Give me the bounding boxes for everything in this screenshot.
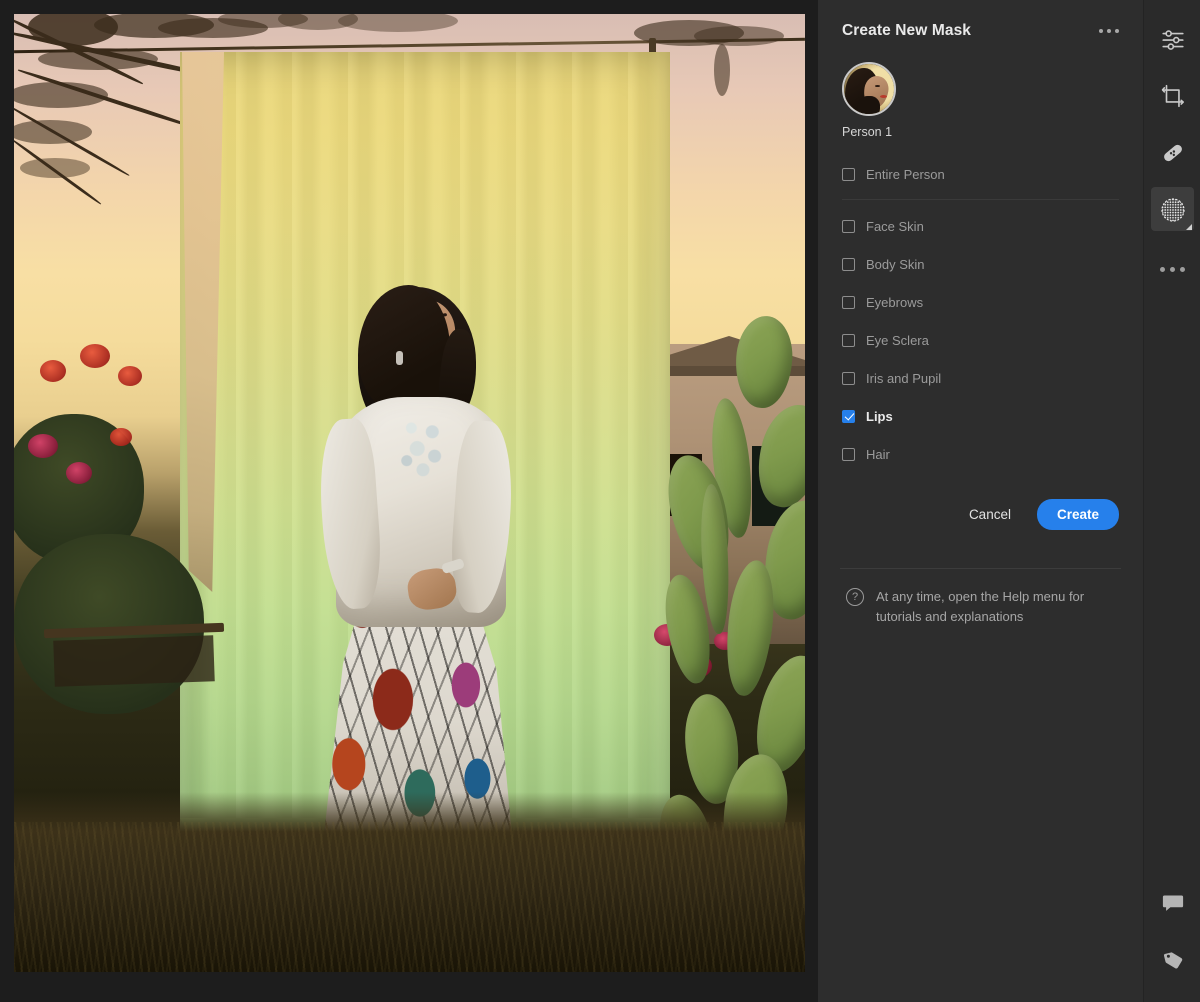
help-text: At any time, open the Help menu for tuto… bbox=[876, 587, 1119, 627]
option-face-skin[interactable]: Face Skin bbox=[842, 207, 1119, 245]
checkbox-entire-person[interactable] bbox=[842, 168, 855, 181]
option-label: Eyebrows bbox=[866, 295, 923, 310]
person-block: Person 1 bbox=[818, 40, 1143, 139]
hair-front bbox=[358, 285, 450, 413]
masking-icon[interactable] bbox=[1144, 181, 1200, 238]
option-label: Eye Sclera bbox=[866, 333, 929, 348]
checkbox-body-skin[interactable] bbox=[842, 258, 855, 271]
flower bbox=[28, 434, 58, 458]
option-eyebrows[interactable]: Eyebrows bbox=[842, 283, 1119, 321]
panel-title: Create New Mask bbox=[842, 22, 971, 40]
option-label: Entire Person bbox=[866, 167, 945, 182]
comment-icon[interactable] bbox=[1144, 874, 1200, 931]
flower bbox=[110, 428, 132, 446]
option-body-skin[interactable]: Body Skin bbox=[842, 245, 1119, 283]
panel-header: Create New Mask bbox=[818, 0, 1143, 40]
mask-options-list: Entire Person Face Skin Body Skin Eyebro… bbox=[818, 155, 1143, 473]
flower bbox=[118, 366, 142, 386]
person-label: Person 1 bbox=[842, 125, 1119, 139]
flower bbox=[40, 360, 66, 382]
option-hair[interactable]: Hair bbox=[842, 435, 1119, 473]
tool-options-indicator bbox=[1186, 224, 1192, 230]
checkbox-eyebrows[interactable] bbox=[842, 296, 855, 309]
panel-actions: Cancel Create bbox=[818, 473, 1143, 530]
fence-body bbox=[53, 635, 215, 687]
tag-icon[interactable] bbox=[1144, 931, 1200, 988]
option-label: Face Skin bbox=[866, 219, 924, 234]
tool-rail-bottom bbox=[1144, 874, 1200, 988]
cancel-button[interactable]: Cancel bbox=[965, 499, 1015, 530]
option-label: Iris and Pupil bbox=[866, 371, 941, 386]
option-iris-and-pupil[interactable]: Iris and Pupil bbox=[842, 359, 1119, 397]
checkbox-hair[interactable] bbox=[842, 448, 855, 461]
grass-texture bbox=[14, 822, 805, 972]
photo-image[interactable] bbox=[14, 14, 805, 972]
checkbox-face-skin[interactable] bbox=[842, 220, 855, 233]
option-lips[interactable]: Lips bbox=[842, 397, 1119, 435]
photo-canvas[interactable] bbox=[0, 0, 818, 1002]
option-label: Hair bbox=[866, 447, 890, 462]
option-entire-person[interactable]: Entire Person bbox=[842, 155, 1119, 193]
checkbox-iris-and-pupil[interactable] bbox=[842, 372, 855, 385]
crop-icon[interactable] bbox=[1144, 67, 1200, 124]
checkbox-lips[interactable] bbox=[842, 410, 855, 423]
option-label: Body Skin bbox=[866, 257, 925, 272]
option-eye-sclera[interactable]: Eye Sclera bbox=[842, 321, 1119, 359]
flower bbox=[80, 344, 110, 368]
tool-rail bbox=[1143, 0, 1200, 1002]
more-tools-icon[interactable] bbox=[1144, 238, 1200, 295]
earring bbox=[396, 351, 403, 365]
help-hint: ? At any time, open the Help menu for tu… bbox=[818, 569, 1143, 627]
create-button[interactable]: Create bbox=[1037, 499, 1119, 530]
necklace bbox=[394, 409, 452, 485]
panel-overflow-menu-icon[interactable] bbox=[1097, 23, 1121, 39]
checkbox-eye-sclera[interactable] bbox=[842, 334, 855, 347]
lightroom-window: Create New Mask Person 1 En bbox=[0, 0, 1200, 1002]
options-divider bbox=[842, 199, 1119, 200]
edit-sliders-icon[interactable] bbox=[1144, 10, 1200, 67]
question-mark-icon: ? bbox=[846, 588, 864, 606]
flower bbox=[66, 462, 92, 484]
create-new-mask-panel: Create New Mask Person 1 En bbox=[818, 0, 1143, 1002]
healing-brush-icon[interactable] bbox=[1144, 124, 1200, 181]
avatar[interactable] bbox=[842, 62, 896, 116]
option-label: Lips bbox=[866, 409, 893, 424]
